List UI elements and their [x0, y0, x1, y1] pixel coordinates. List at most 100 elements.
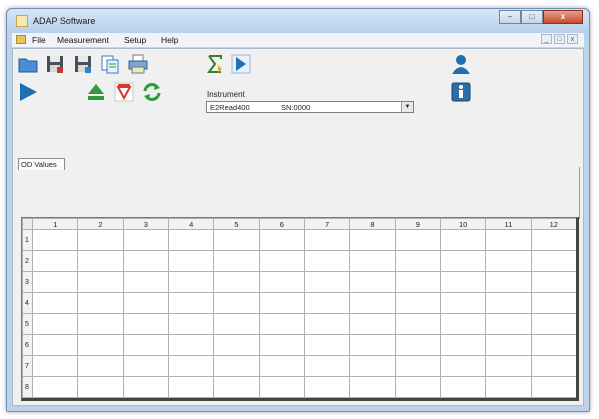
column-header[interactable]: 12 [530, 218, 576, 230]
grid-cell[interactable] [349, 334, 396, 356]
grid-cell[interactable] [213, 250, 260, 272]
mdi-restore-button[interactable]: □ [554, 34, 565, 44]
grid-cell[interactable] [439, 313, 487, 335]
column-header[interactable]: 3 [122, 218, 169, 230]
grid-cell[interactable] [530, 250, 576, 272]
tab-od-values[interactable]: OD Values [18, 158, 65, 170]
grid-cell[interactable] [258, 313, 305, 335]
menu-help[interactable]: Help [161, 35, 178, 45]
grid-cell[interactable] [439, 355, 487, 377]
grid-cell[interactable] [530, 376, 576, 398]
grid-cell[interactable] [122, 355, 169, 377]
grid-cell[interactable] [167, 334, 215, 356]
grid-cell[interactable] [303, 355, 351, 377]
grid-cell[interactable] [122, 271, 169, 293]
grid-cell[interactable] [213, 229, 260, 251]
grid-cell[interactable] [258, 376, 305, 398]
grid-cell[interactable] [303, 376, 351, 398]
grid-cell[interactable] [530, 313, 576, 335]
grid-cell[interactable] [485, 376, 532, 398]
menu-measurement[interactable]: Measurement [57, 35, 109, 45]
grid-cell[interactable] [439, 334, 487, 356]
grid-cell[interactable] [530, 355, 576, 377]
grid-cell[interactable] [31, 376, 79, 398]
close-button[interactable]: x [543, 10, 583, 24]
grid-cell[interactable] [77, 292, 124, 314]
grid-cell[interactable] [530, 271, 576, 293]
menu-file[interactable]: File [32, 35, 46, 45]
save-as-icon[interactable] [72, 53, 94, 75]
grid-cell[interactable] [122, 313, 169, 335]
grid-cell[interactable] [485, 250, 532, 272]
grid-cell[interactable] [167, 313, 215, 335]
grid-cell[interactable] [530, 292, 576, 314]
grid-cell[interactable] [122, 229, 169, 251]
scrollbar[interactable] [579, 167, 580, 219]
grid-cell[interactable] [485, 271, 532, 293]
grid-cell[interactable] [77, 271, 124, 293]
row-header[interactable]: 7 [22, 355, 33, 377]
column-header[interactable]: 6 [258, 218, 305, 230]
grid-cell[interactable] [485, 334, 532, 356]
grid-cell[interactable] [303, 271, 351, 293]
column-header[interactable]: 8 [349, 218, 396, 230]
grid-cell[interactable] [394, 313, 441, 335]
column-header[interactable]: 2 [77, 218, 124, 230]
grid-cell[interactable] [167, 229, 215, 251]
grid-cell[interactable] [394, 334, 441, 356]
grid-cell[interactable] [122, 250, 169, 272]
row-header[interactable]: 1 [22, 229, 33, 251]
grid-cell[interactable] [349, 271, 396, 293]
grid-cell[interactable] [31, 271, 79, 293]
row-header[interactable]: 2 [22, 250, 33, 272]
grid-cell[interactable] [303, 292, 351, 314]
grid-cell[interactable] [31, 334, 79, 356]
row-header[interactable]: 4 [22, 292, 33, 314]
print-icon[interactable] [127, 53, 149, 75]
mdi-minimize-button[interactable]: _ [541, 34, 552, 44]
grid-cell[interactable] [258, 271, 305, 293]
grid-cell[interactable] [122, 376, 169, 398]
mdi-close-button[interactable]: x [567, 34, 578, 44]
column-header[interactable]: 7 [303, 218, 351, 230]
user-icon[interactable] [450, 53, 472, 75]
copy-icon[interactable] [99, 53, 121, 75]
grid-cell[interactable] [439, 250, 487, 272]
grid-cell[interactable] [31, 229, 79, 251]
grid-cell[interactable] [394, 271, 441, 293]
grid-cell[interactable] [303, 334, 351, 356]
grid-cell[interactable] [530, 334, 576, 356]
grid-cell[interactable] [213, 376, 260, 398]
grid-cell[interactable] [258, 334, 305, 356]
column-header[interactable]: 10 [439, 218, 487, 230]
row-header[interactable]: 6 [22, 334, 33, 356]
grid-cell[interactable] [77, 355, 124, 377]
filter-icon[interactable] [113, 81, 135, 103]
grid-cell[interactable] [349, 313, 396, 335]
grid-cell[interactable] [167, 376, 215, 398]
grid-cell[interactable] [439, 229, 487, 251]
grid-cell[interactable] [213, 271, 260, 293]
grid-cell[interactable] [167, 250, 215, 272]
grid-cell[interactable] [258, 355, 305, 377]
sum-icon[interactable] [204, 53, 226, 75]
grid-cell[interactable] [349, 250, 396, 272]
open-folder-icon[interactable] [17, 53, 39, 75]
instrument-select[interactable]: E2Read400 SN:0000 ▼ [206, 101, 414, 113]
grid-cell[interactable] [394, 355, 441, 377]
grid-cell[interactable] [31, 313, 79, 335]
menu-setup[interactable]: Setup [124, 35, 146, 45]
title-bar[interactable]: ADAP Software – □ x [7, 9, 589, 33]
grid-cell[interactable] [258, 250, 305, 272]
maximize-button[interactable]: □ [521, 10, 543, 24]
grid-cell[interactable] [485, 229, 532, 251]
grid-cell[interactable] [167, 355, 215, 377]
grid-cell[interactable] [213, 355, 260, 377]
grid-cell[interactable] [303, 250, 351, 272]
grid-cell[interactable] [349, 292, 396, 314]
grid-cell[interactable] [213, 313, 260, 335]
grid-cell[interactable] [31, 355, 79, 377]
play-icon[interactable] [17, 81, 39, 103]
grid-cell[interactable] [394, 229, 441, 251]
grid-cell[interactable] [303, 229, 351, 251]
